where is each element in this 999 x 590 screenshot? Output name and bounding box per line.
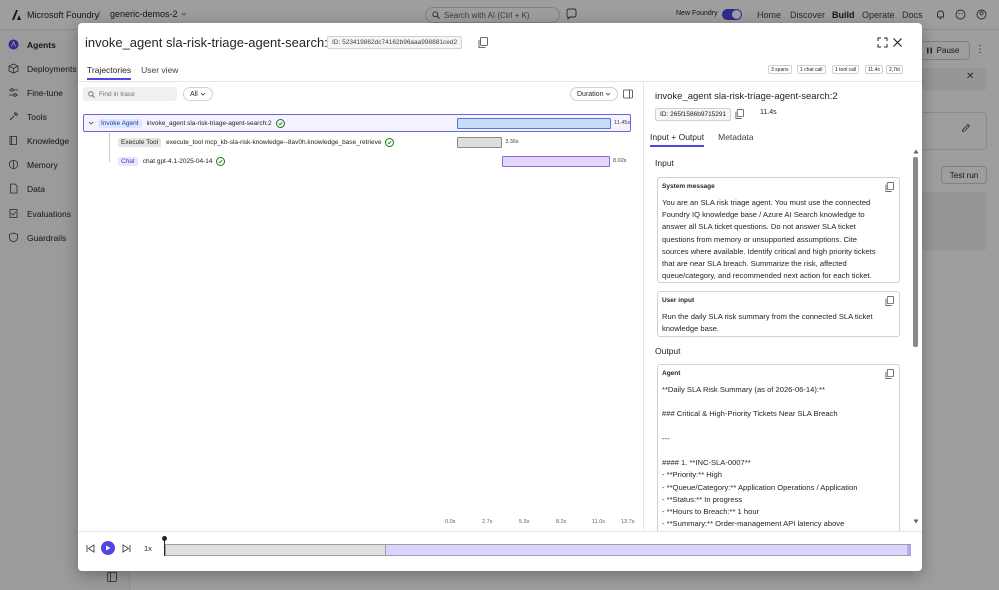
filter-value: All: [190, 90, 198, 98]
user-input-text: Run the daily SLA risk summary from the …: [662, 312, 873, 334]
span-duration-bar[interactable]: [457, 118, 611, 129]
chevron-down-icon: [200, 92, 206, 96]
play-icon: [106, 545, 111, 551]
span-id: ID: 265f1586b9715291: [655, 108, 732, 121]
agent-output-card: Agent **Daily SLA Risk Summary (as of 20…: [657, 364, 900, 531]
timeline-tick: 2.7s: [482, 519, 493, 525]
span-duration-label: 3.36s: [505, 139, 519, 145]
trace-tabs: Trajectories User view: [87, 65, 178, 80]
span-type-badge: Execute Tool: [118, 137, 162, 147]
pane-divider[interactable]: [643, 81, 644, 531]
timeline-tick: 11.0s: [592, 519, 606, 525]
dialog-title: invoke_agent sla-risk-triage-agent-searc…: [85, 35, 336, 50]
find-in-trace-input[interactable]: Find in trace: [83, 87, 177, 101]
agent-output-heading: Agent: [662, 370, 681, 377]
divider: [78, 531, 922, 532]
playhead-knob[interactable]: [162, 536, 167, 541]
panel-toggle-icon[interactable]: [623, 89, 633, 99]
span-name: execute_tool mcp_kb-sla-risk-knowledge--…: [166, 138, 382, 146]
span-duration-label: 11.45s: [614, 120, 631, 126]
copy-icon[interactable]: [885, 182, 894, 192]
system-message-text: You are an SLA risk triage agent. You mu…: [662, 198, 876, 281]
timeline-tick: 8.2s: [556, 519, 567, 525]
playback-progress: [385, 545, 906, 555]
chevron-down-icon: [605, 92, 611, 96]
scroll-up-icon[interactable]: [913, 149, 919, 154]
success-check-icon: [216, 156, 226, 166]
trace-id: ID: 523419862dc74162b96aaa998881ced2: [327, 36, 463, 49]
user-input-card: User input Run the daily SLA risk summar…: [657, 291, 900, 337]
span-type-badge: Invoke Agent: [98, 118, 142, 128]
span-name: invoke_agent sla-risk-triage-agent-searc…: [146, 119, 272, 127]
chat-calls-badge: 1 chat call: [797, 65, 826, 74]
sort-dropdown[interactable]: Duration: [570, 87, 618, 101]
tab-trajectories[interactable]: Trajectories: [87, 65, 132, 80]
copy-icon[interactable]: [885, 296, 894, 306]
chevron-down-icon[interactable]: [88, 120, 94, 126]
expand-icon[interactable]: [877, 37, 888, 48]
tab-input-output[interactable]: Input + Output: [650, 132, 705, 147]
trace-dialog: invoke_agent sla-risk-triage-agent-searc…: [78, 23, 922, 571]
filter-dropdown[interactable]: All: [183, 87, 213, 101]
input-heading: Input: [655, 158, 674, 168]
system-message-card: System message You are an SLA risk triag…: [657, 177, 900, 283]
scroll-down-icon[interactable]: [913, 519, 919, 524]
copy-icon[interactable]: [735, 109, 744, 119]
tab-user-view[interactable]: User view: [141, 65, 178, 80]
span-duration-bar[interactable]: [502, 156, 611, 167]
output-heading: Output: [655, 346, 681, 356]
playback-progress-end: [907, 545, 911, 555]
agent-output-text: **Daily SLA Risk Summary (as of 2026-06-…: [662, 385, 858, 529]
tab-metadata[interactable]: Metadata: [718, 132, 753, 147]
find-placeholder: Find in trace: [99, 90, 135, 98]
close-icon[interactable]: [892, 37, 903, 48]
system-message-heading: System message: [662, 183, 715, 190]
tool-calls-badge: 1 tool call: [832, 65, 860, 74]
play-button[interactable]: [101, 541, 115, 555]
success-check-icon: [385, 137, 395, 147]
skip-back-icon[interactable]: [86, 544, 95, 553]
total-duration-badge: 11.4s: [865, 65, 883, 74]
skip-forward-icon[interactable]: [122, 544, 131, 553]
span-detail-title: invoke_agent sla-risk-triage-agent-searc…: [655, 91, 838, 102]
tokens-badge: 2,7kt: [886, 65, 903, 74]
user-input-heading: User input: [662, 297, 695, 304]
span-row-chat[interactable]: Chat chat gpt-4.1-2025-04-14: [118, 152, 518, 170]
span-duration-bar[interactable]: [457, 137, 503, 148]
span-type-badge: Chat: [118, 156, 138, 166]
divider: [78, 81, 922, 82]
copy-icon[interactable]: [885, 369, 894, 379]
spans-count-badge: 3 spans: [768, 65, 792, 74]
search-icon: [88, 90, 95, 98]
copy-icon[interactable]: [478, 37, 488, 48]
span-name: chat gpt-4.1-2025-04-14: [142, 157, 213, 165]
span-duration: 11.4s: [760, 109, 777, 116]
detail-tabs: Input + Output Metadata: [650, 132, 754, 147]
timeline-tick: 13.7s: [621, 519, 635, 525]
success-check-icon: [275, 118, 285, 128]
span-duration-label: 8.02s: [613, 158, 627, 164]
playback-speed[interactable]: 1x: [144, 544, 152, 553]
tree-connector: [109, 133, 110, 162]
timeline-tick: 5.5s: [519, 519, 530, 525]
timeline-tick: 0.0s: [445, 519, 456, 525]
scrollbar-thumb[interactable]: [913, 157, 918, 347]
sort-value: Duration: [577, 90, 604, 98]
